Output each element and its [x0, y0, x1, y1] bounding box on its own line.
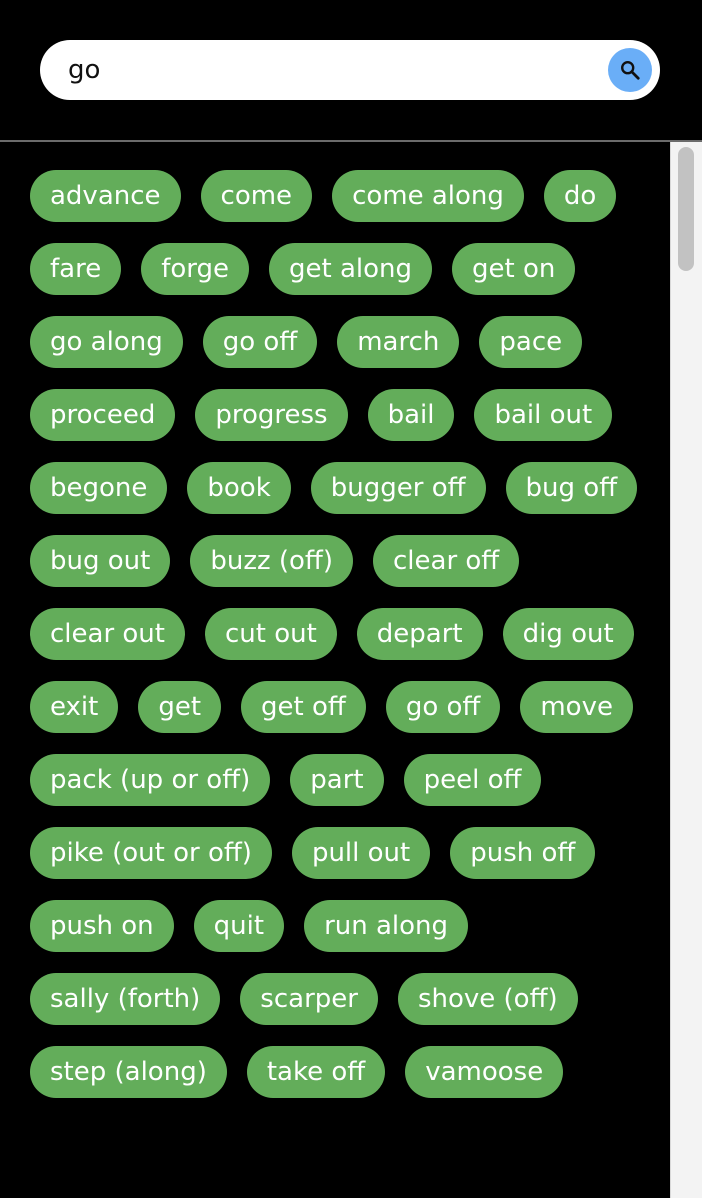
- synonym-chip[interactable]: clear out: [30, 608, 185, 660]
- synonym-chip[interactable]: begone: [30, 462, 168, 514]
- synonym-chip[interactable]: cut out: [204, 608, 337, 660]
- synonym-chip[interactable]: progress: [195, 389, 348, 441]
- synonym-chip[interactable]: get along: [269, 243, 433, 295]
- synonym-chip[interactable]: clear off: [373, 535, 520, 587]
- synonym-chip[interactable]: bail out: [474, 389, 613, 441]
- synonym-chip[interactable]: bail: [367, 389, 455, 441]
- synonym-chip[interactable]: proceed: [30, 389, 176, 441]
- synonym-chip[interactable]: come: [200, 170, 313, 222]
- synonym-chip[interactable]: go along: [30, 316, 183, 368]
- synonym-chip[interactable]: depart: [356, 608, 483, 660]
- synonym-chip[interactable]: scarper: [240, 973, 378, 1025]
- synonym-chip[interactable]: pack (up or off): [30, 754, 271, 806]
- search-icon: [621, 61, 640, 80]
- synonym-chip[interactable]: book: [187, 462, 291, 514]
- synonym-chip[interactable]: run along: [304, 900, 469, 952]
- scrollbar-thumb[interactable]: [678, 147, 694, 271]
- synonym-chip[interactable]: vamoose: [405, 1046, 564, 1098]
- synonym-chip[interactable]: get off: [241, 681, 366, 733]
- synonym-chip[interactable]: push on: [30, 900, 174, 952]
- synonym-chip[interactable]: pace: [479, 316, 583, 368]
- synonym-chip[interactable]: sally (forth): [30, 973, 221, 1025]
- scrollbar[interactable]: [670, 142, 702, 1198]
- synonym-chip[interactable]: go off: [385, 681, 501, 733]
- synonym-chip[interactable]: advance: [30, 170, 181, 222]
- synonym-chip[interactable]: pull out: [291, 827, 431, 879]
- synonym-chip[interactable]: part: [290, 754, 384, 806]
- synonym-chip[interactable]: move: [520, 681, 633, 733]
- synonym-chip[interactable]: come along: [332, 170, 524, 222]
- synonym-chip[interactable]: shove (off): [397, 973, 578, 1025]
- synonym-chip[interactable]: push off: [450, 827, 596, 879]
- synonym-chip[interactable]: do: [543, 170, 617, 222]
- synonym-chip[interactable]: forge: [141, 243, 249, 295]
- search-input[interactable]: [68, 50, 588, 90]
- synonym-chip[interactable]: quit: [193, 900, 285, 952]
- results-area: advance come come along do fare forge get alon…: [0, 142, 670, 1198]
- synonym-chip[interactable]: exit: [30, 681, 119, 733]
- synonym-chip[interactable]: go off: [202, 316, 318, 368]
- search-header: [0, 0, 702, 140]
- synonym-chip[interactable]: get on: [452, 243, 576, 295]
- synonym-chip[interactable]: bug off: [505, 462, 638, 514]
- synonym-chip-list: advance come come along do fare forge get alon…: [30, 170, 650, 1098]
- synonym-chip[interactable]: take off: [246, 1046, 386, 1098]
- synonym-chip[interactable]: fare: [30, 243, 122, 295]
- synonym-chip[interactable]: bugger off: [310, 462, 486, 514]
- synonym-chip[interactable]: bug out: [30, 535, 171, 587]
- synonym-chip[interactable]: dig out: [502, 608, 634, 660]
- synonym-chip[interactable]: march: [337, 316, 460, 368]
- synonym-chip[interactable]: get: [138, 681, 222, 733]
- search-bar: [40, 40, 660, 100]
- search-button[interactable]: [608, 48, 652, 92]
- synonym-chip[interactable]: pike (out or off): [30, 827, 272, 879]
- synonym-chip[interactable]: buzz (off): [190, 535, 353, 587]
- synonym-chip[interactable]: peel off: [403, 754, 542, 806]
- synonym-chip[interactable]: step (along): [30, 1046, 227, 1098]
